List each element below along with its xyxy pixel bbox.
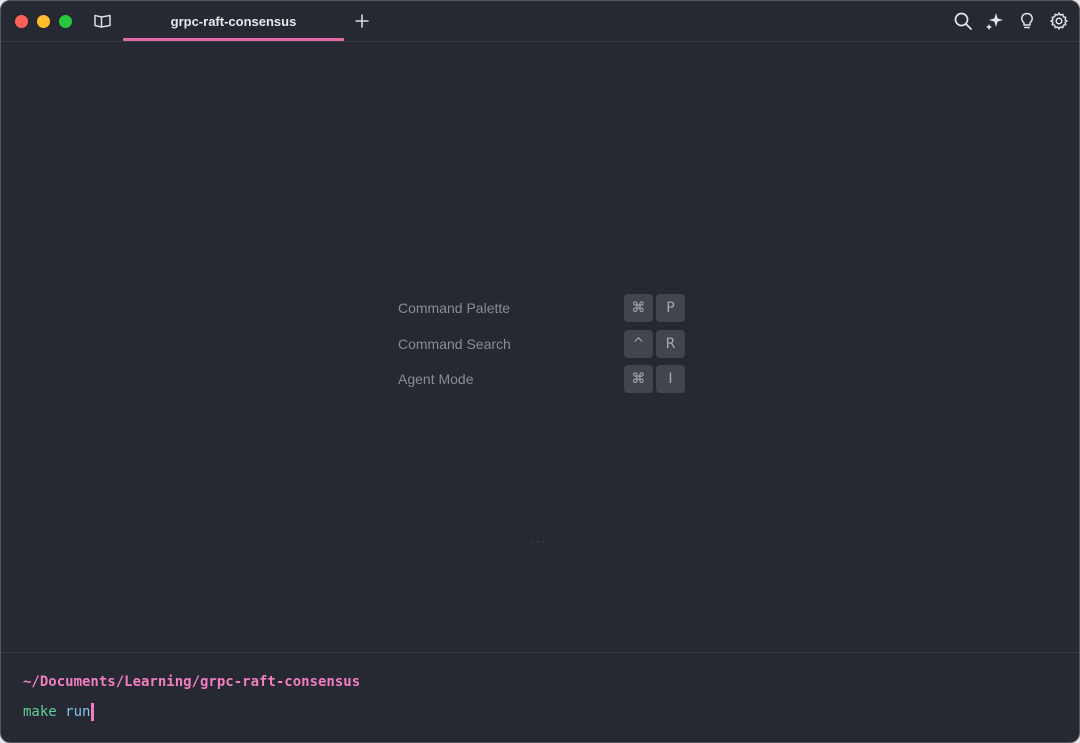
- p-key: P: [656, 294, 685, 322]
- shortcut-hints: Command Palette ⌘ P Command Search ^ R A…: [397, 294, 687, 401]
- current-directory: ~/Documents/Learning/grpc-raft-consensus: [23, 674, 361, 690]
- command-key: ⌘: [624, 365, 653, 393]
- terminal-output-area[interactable]: Command Palette ⌘ P Command Search ^ R A…: [1, 42, 1079, 652]
- title-bar: grpc-raft-consensus: [1, 1, 1079, 42]
- sparkle-icon: [986, 13, 1003, 30]
- command-separator: [57, 704, 65, 720]
- tab-grpc-raft-consensus[interactable]: grpc-raft-consensus: [123, 1, 344, 41]
- hint-label: Agent Mode: [398, 371, 474, 387]
- minimize-window-button[interactable]: [37, 15, 50, 28]
- command-input-area[interactable]: ~/Documents/Learning/grpc-raft-consensus…: [1, 652, 1079, 742]
- lightbulb-icon: [1021, 12, 1033, 29]
- active-tab-indicator: [123, 38, 344, 41]
- search-icon: [954, 12, 972, 30]
- hint-label: Command Palette: [398, 300, 511, 316]
- tips-button[interactable]: [1017, 11, 1037, 31]
- hint-keys: ⌘ P: [624, 294, 685, 322]
- text-cursor: [91, 703, 95, 721]
- hint-keys: ⌘ I: [624, 365, 685, 393]
- plus-icon: [355, 14, 369, 28]
- hint-command-search: Command Search ^ R: [397, 329, 687, 366]
- side-panel-icon[interactable]: [93, 12, 113, 30]
- i-key: I: [656, 365, 685, 393]
- command-argument: run: [65, 704, 91, 720]
- terminal-window: grpc-raft-consensus Command Palette ⌘ P …: [0, 0, 1080, 743]
- ai-button[interactable]: [985, 11, 1005, 31]
- hint-label: Command Search: [398, 335, 511, 352]
- command-key: ⌘: [624, 294, 653, 322]
- hint-agent-mode: Agent Mode ⌘ I: [397, 365, 687, 401]
- toolbar-icons: [953, 11, 1069, 31]
- control-key: ^: [624, 329, 653, 358]
- pane-resize-handle[interactable]: ···: [531, 534, 546, 548]
- tab-title: grpc-raft-consensus: [170, 13, 297, 29]
- close-window-button[interactable]: [15, 15, 28, 28]
- command-input[interactable]: make run: [23, 703, 95, 721]
- gear-icon: [1050, 12, 1068, 30]
- hint-keys: ^ R: [624, 329, 685, 358]
- new-tab-button[interactable]: [352, 11, 372, 31]
- maximize-window-button[interactable]: [59, 15, 72, 28]
- r-key: R: [656, 329, 685, 358]
- hint-command-palette: Command Palette ⌘ P: [397, 294, 687, 330]
- settings-button[interactable]: [1049, 11, 1069, 31]
- command-name: make: [23, 704, 57, 720]
- search-button[interactable]: [953, 11, 973, 31]
